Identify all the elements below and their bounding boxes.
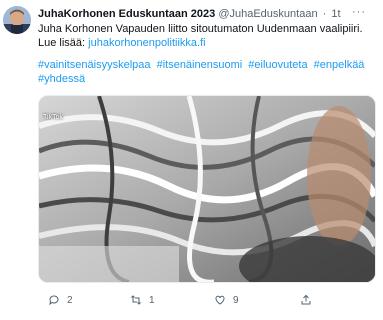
timestamp[interactable]: 1t [331, 8, 340, 20]
retweet-count: 1 [149, 294, 155, 306]
hashtag-link[interactable]: #eiluovuteta [248, 59, 307, 71]
like-button[interactable]: 9 [214, 294, 239, 306]
tweet[interactable]: JuhaKorhonen Eduskuntaan 2023 @JuhaEdusk… [0, 0, 383, 320]
read-more-label: Lue lisää: [38, 37, 86, 49]
share-button[interactable] [300, 294, 319, 306]
meta-separator: · [322, 8, 327, 20]
heart-icon [215, 295, 225, 305]
avatar[interactable] [3, 6, 31, 34]
hashtag-list: #vainitsenäisyyskelpaa #itsenäinensuomi … [38, 58, 368, 86]
tweet-line-1: Juha Korhonen Vapauden liitto sitoutumat… [38, 23, 363, 35]
hashtag-link[interactable]: #itsenäinensuomi [157, 59, 243, 71]
retweet-icon [131, 295, 141, 305]
reply-count: 2 [67, 294, 73, 306]
action-bar: 2 1 9 [38, 294, 368, 310]
tweet-line-2: Lue lisää: juhakorhonenpolitiikka.fi [38, 36, 373, 50]
hashtag-link[interactable]: #enpelkää [314, 59, 365, 71]
tweet-text: Juha Korhonen Vapauden liitto sitoutumat… [38, 22, 373, 50]
more-options-icon[interactable]: ··· [352, 6, 366, 18]
website-link[interactable]: juhakorhonenpolitiikka.fi [88, 37, 205, 49]
hashtag-link[interactable]: #vainitsenäisyyskelpaa [38, 59, 151, 71]
video-thumbnail [39, 96, 375, 282]
avatar-photo-icon [3, 6, 31, 34]
display-name[interactable]: JuhaKorhonen Eduskuntaan 2023 [38, 8, 215, 20]
hashtag-link[interactable]: #yhdessä [38, 73, 85, 85]
user-handle[interactable]: @JuhaEduskuntaan [218, 8, 317, 20]
video-media[interactable]: TikTok [38, 95, 376, 283]
retweet-button[interactable]: 1 [130, 294, 155, 306]
tiktok-watermark: TikTok [43, 114, 63, 121]
tweet-header: JuhaKorhonen Eduskuntaan 2023 @JuhaEdusk… [38, 7, 378, 21]
like-count: 9 [233, 294, 239, 306]
share-icon [301, 294, 311, 305]
reply-icon [49, 295, 59, 306]
reply-button[interactable]: 2 [48, 294, 73, 306]
